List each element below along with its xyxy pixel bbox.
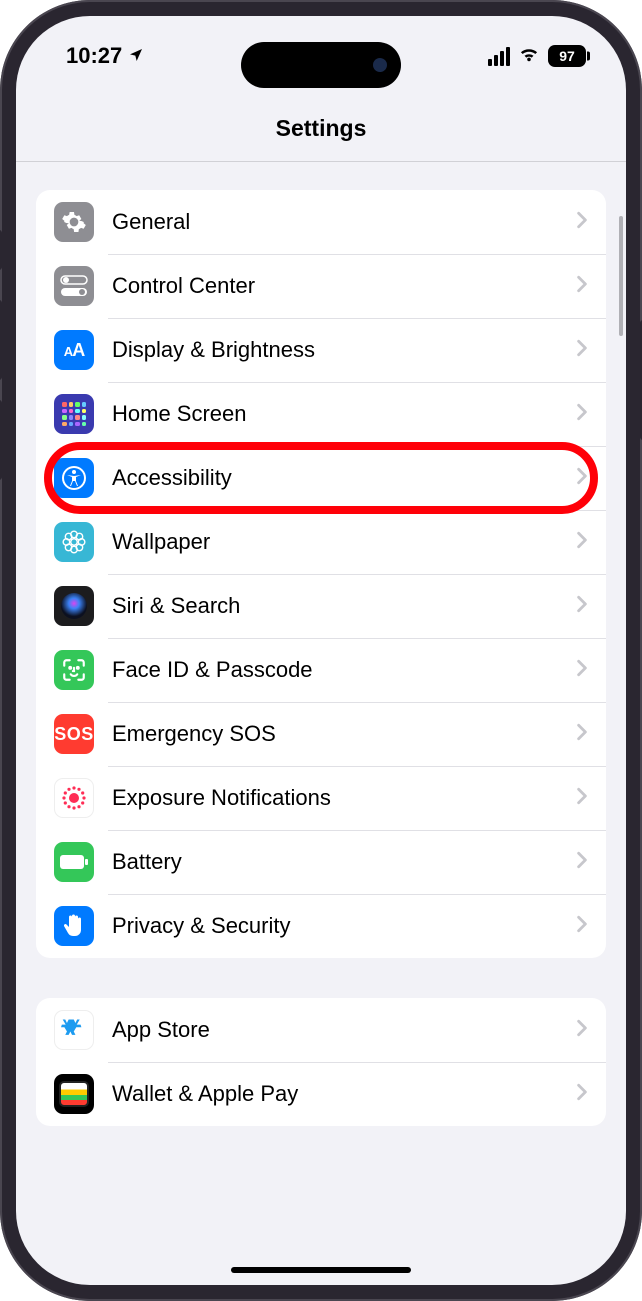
- device-frame: 10:27 97 Settings GeneralCont: [0, 0, 642, 1301]
- settings-row-general[interactable]: General: [36, 190, 606, 254]
- hand-icon: [54, 906, 94, 946]
- volume-down-button: [0, 400, 2, 480]
- row-label: Privacy & Security: [112, 913, 576, 939]
- settings-row-app-store[interactable]: App Store: [36, 998, 606, 1062]
- sos-icon: SOS: [54, 714, 94, 754]
- app-grid-icon: [54, 394, 94, 434]
- exposure-icon: [54, 778, 94, 818]
- wifi-icon: [518, 43, 540, 69]
- chevron-right-icon: [576, 467, 588, 490]
- settings-group-system: General Control Center AA Display & Brightn…: [36, 190, 606, 958]
- settings-row-accessibility[interactable]: Accessibility: [36, 446, 606, 510]
- chevron-right-icon: [576, 403, 588, 426]
- chevron-right-icon: [576, 1019, 588, 1042]
- settings-row-privacy-security[interactable]: Privacy & Security: [36, 894, 606, 958]
- dynamic-island: [241, 42, 401, 88]
- row-label: Exposure Notifications: [112, 785, 576, 811]
- switches-icon: [54, 266, 94, 306]
- settings-row-exposure-notifications[interactable]: Exposure Notifications: [36, 766, 606, 830]
- battery-indicator: 97: [548, 45, 586, 67]
- row-label: Wallet & Apple Pay: [112, 1081, 576, 1107]
- chevron-right-icon: [576, 275, 588, 298]
- settings-row-home-screen[interactable]: Home Screen: [36, 382, 606, 446]
- settings-row-control-center[interactable]: Control Center: [36, 254, 606, 318]
- nav-header: Settings: [16, 96, 626, 162]
- row-label: Face ID & Passcode: [112, 657, 576, 683]
- page-title: Settings: [276, 115, 367, 142]
- settings-row-face-id-passcode[interactable]: Face ID & Passcode: [36, 638, 606, 702]
- chevron-right-icon: [576, 851, 588, 874]
- settings-row-emergency-sos[interactable]: SOS Emergency SOS: [36, 702, 606, 766]
- appstore-icon: [54, 1010, 94, 1050]
- chevron-right-icon: [576, 595, 588, 618]
- gear-icon: [54, 202, 94, 242]
- volume-up-button: [0, 300, 2, 380]
- row-label: Accessibility: [112, 465, 576, 491]
- settings-row-siri-search[interactable]: Siri & Search: [36, 574, 606, 638]
- accessibility-icon: [54, 458, 94, 498]
- battery-icon: [54, 842, 94, 882]
- chevron-right-icon: [576, 915, 588, 938]
- row-label: Battery: [112, 849, 576, 875]
- battery-level: 97: [559, 48, 575, 64]
- chevron-right-icon: [576, 339, 588, 362]
- chevron-right-icon: [576, 1083, 588, 1106]
- row-label: Siri & Search: [112, 593, 576, 619]
- settings-row-wallpaper[interactable]: Wallpaper: [36, 510, 606, 574]
- row-label: App Store: [112, 1017, 576, 1043]
- settings-row-display-brightness[interactable]: AA Display & Brightness: [36, 318, 606, 382]
- settings-content: General Control Center AA Display & Brightn…: [16, 162, 626, 1166]
- home-indicator[interactable]: [231, 1267, 411, 1273]
- chevron-right-icon: [576, 787, 588, 810]
- scroll-indicator[interactable]: [619, 216, 623, 336]
- wallet-icon: [54, 1074, 94, 1114]
- status-time: 10:27: [66, 43, 122, 69]
- settings-group-store: App Store Wallet & Apple Pay: [36, 998, 606, 1126]
- flower-icon: [54, 522, 94, 562]
- settings-row-wallet-apple-pay[interactable]: Wallet & Apple Pay: [36, 1062, 606, 1126]
- chevron-right-icon: [576, 659, 588, 682]
- chevron-right-icon: [576, 531, 588, 554]
- aa-icon: AA: [54, 330, 94, 370]
- mute-switch: [0, 230, 2, 270]
- siri-icon: [54, 586, 94, 626]
- chevron-right-icon: [576, 723, 588, 746]
- faceid-icon: [54, 650, 94, 690]
- row-label: General: [112, 209, 576, 235]
- row-label: Display & Brightness: [112, 337, 576, 363]
- cellular-signal-icon: [488, 47, 510, 66]
- chevron-right-icon: [576, 211, 588, 234]
- row-label: Wallpaper: [112, 529, 576, 555]
- screen: 10:27 97 Settings GeneralCont: [16, 16, 626, 1285]
- settings-row-battery[interactable]: Battery: [36, 830, 606, 894]
- row-label: Control Center: [112, 273, 576, 299]
- location-icon: [128, 43, 144, 69]
- row-label: Emergency SOS: [112, 721, 576, 747]
- row-label: Home Screen: [112, 401, 576, 427]
